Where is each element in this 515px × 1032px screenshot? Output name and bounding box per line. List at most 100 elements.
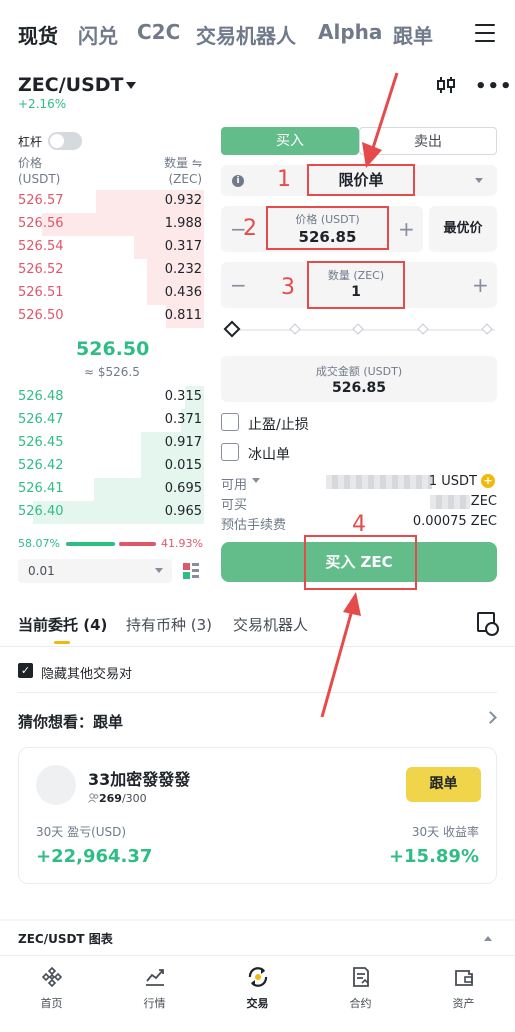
ask-price: 526.56 (18, 216, 64, 231)
bottom-nav: 首页 行情 交易 合约 资产 (0, 955, 515, 1032)
ask-row[interactable]: 526.50 0.811 (0, 305, 210, 328)
bid-qty: 0.917 (164, 435, 202, 450)
depth-step-select[interactable]: 0.01 (18, 559, 172, 583)
roi-label: 30天 收益率 (411, 825, 479, 839)
total-value[interactable]: 526.85 (221, 380, 497, 396)
nav-markets[interactable]: 行情 (103, 966, 206, 1011)
ask-row[interactable]: 526.52 0.232 (0, 259, 210, 282)
home-icon (41, 966, 62, 988)
ask-qty: 0.436 (164, 285, 202, 300)
chart-section-title[interactable]: ZEC/USDT 图表 (18, 930, 113, 947)
guess-title[interactable]: 猜你想看：跟单 (18, 711, 123, 732)
annotation-1: 1 (277, 167, 291, 192)
bid-qty: 0.695 (164, 481, 202, 496)
more-icon[interactable]: ••• (475, 76, 513, 97)
tab-spot[interactable]: 现货 (18, 20, 58, 49)
bid-row[interactable]: 526.42 0.015 (0, 455, 210, 478)
slider-step-75[interactable] (417, 323, 429, 335)
tab-open-orders[interactable]: 当前委托 (4) (18, 614, 107, 635)
tab-convert[interactable]: 闪兑 (78, 20, 118, 49)
ask-price: 526.51 (18, 285, 64, 300)
ask-row[interactable]: 526.51 0.436 (0, 282, 210, 305)
can-buy-blurred (430, 495, 470, 509)
deposit-plus-icon[interactable]: + (481, 474, 495, 488)
order-type-value[interactable]: 限价单 (307, 164, 415, 196)
caret-down-icon (155, 568, 163, 573)
slider-step-25[interactable] (289, 323, 301, 335)
bid-qty: 0.015 (164, 458, 202, 473)
bid-qty: 0.965 (164, 504, 202, 519)
iceberg-label: 冰山单 (248, 447, 290, 463)
annotation-box-buy (304, 535, 417, 590)
orderbook-layout-icon[interactable] (182, 562, 200, 580)
order-history-icon[interactable] (477, 612, 499, 636)
divider (18, 692, 497, 693)
trade-icon (248, 967, 267, 987)
copy-trader-card[interactable]: 33加密發發發 269/300 跟单 30天 盈亏(USD) +22,964.3… (18, 747, 497, 884)
tab-trading-bots[interactable]: 交易机器人 (196, 20, 296, 49)
bid-row[interactable]: 526.41 0.695 (0, 478, 210, 501)
tab-bots[interactable]: 交易机器人 (233, 614, 308, 635)
followers-count: 269/300 (88, 792, 147, 805)
caret-down-icon[interactable] (126, 82, 136, 89)
divider (0, 646, 515, 647)
ask-row[interactable]: 526.54 0.317 (0, 236, 210, 259)
tab-copy-trading[interactable]: 跟单 (393, 20, 433, 49)
total-label: 成交金额 (USDT) (315, 365, 403, 378)
bid-row[interactable]: 526.40 0.965 (0, 501, 210, 524)
tab-c2c[interactable]: C2C (137, 20, 180, 44)
ask-row[interactable]: 526.56 1.988 (0, 213, 210, 236)
ask-row[interactable]: 526.57 0.932 (0, 190, 210, 213)
hide-others-checkbox[interactable]: ✓ (18, 663, 33, 678)
qty-increase-button[interactable]: + (472, 275, 489, 295)
annotation-3: 3 (281, 275, 295, 300)
slider-step-100[interactable] (481, 323, 493, 335)
hide-others-label: 隐藏其他交易对 (41, 667, 133, 682)
last-price-usd: ≈ $526.5 (84, 365, 140, 379)
tab-alpha[interactable]: Alpha (318, 20, 382, 44)
bid-row[interactable]: 526.45 0.917 (0, 432, 210, 455)
menu-icon[interactable] (475, 24, 495, 42)
bid-row[interactable]: 526.47 0.371 (0, 409, 210, 432)
ask-qty: 0.811 (164, 308, 202, 323)
bid-row[interactable]: 526.48 0.315 (0, 386, 210, 409)
trader-name: 33加密發發發 (88, 770, 191, 789)
qty-value[interactable]: 1 (307, 284, 405, 300)
sell-ratio: 41.93% (161, 537, 203, 550)
pair-symbol[interactable]: ZEC/USDT (18, 74, 123, 96)
price-label: 价格 (USDT) (295, 213, 360, 226)
slider-step-50[interactable] (352, 323, 364, 335)
tp-sl-checkbox[interactable] (221, 413, 239, 431)
qty-decrease-button[interactable]: − (230, 275, 247, 295)
ask-qty: 0.932 (164, 193, 202, 208)
chevron-right-icon[interactable] (484, 711, 497, 724)
nav-home[interactable]: 首页 (0, 966, 103, 1011)
wallet-icon (454, 970, 473, 986)
sell-tab[interactable]: 卖出 (359, 127, 497, 155)
buy-tab[interactable]: 买入 (221, 127, 359, 155)
leverage-toggle[interactable] (48, 132, 82, 150)
amount-slider-knob[interactable] (223, 320, 241, 338)
markets-icon (145, 969, 164, 986)
ask-qty: 1.988 (164, 216, 202, 231)
nav-futures[interactable]: 合约 (309, 966, 412, 1011)
nav-assets[interactable]: 资产 (412, 966, 515, 1011)
caret-up-icon[interactable] (484, 936, 492, 941)
best-price-button[interactable]: 最优价 (429, 206, 497, 252)
ask-qty: 0.317 (164, 239, 202, 254)
amount-slider-track[interactable] (235, 329, 495, 331)
info-icon[interactable]: i (232, 175, 244, 187)
nav-trade[interactable]: 交易 (206, 966, 309, 1011)
depth-step-value: 0.01 (28, 564, 55, 578)
follow-button[interactable]: 跟单 (406, 767, 481, 802)
ask-price: 526.54 (18, 239, 64, 254)
tab-holdings[interactable]: 持有币种 (3) (126, 614, 212, 635)
price-increase-button[interactable]: + (398, 219, 415, 239)
price-value[interactable]: 526.85 (266, 228, 389, 246)
fee-label: 预估手续费 (221, 518, 287, 533)
iceberg-checkbox[interactable] (221, 443, 239, 461)
candlestick-chart-icon[interactable] (436, 76, 456, 94)
caret-down-icon[interactable] (252, 478, 260, 483)
qty-header[interactable]: 数量 ⇋ (ZEC) (164, 155, 202, 187)
pnl-label: 30天 盈亏(USD) (36, 825, 127, 839)
